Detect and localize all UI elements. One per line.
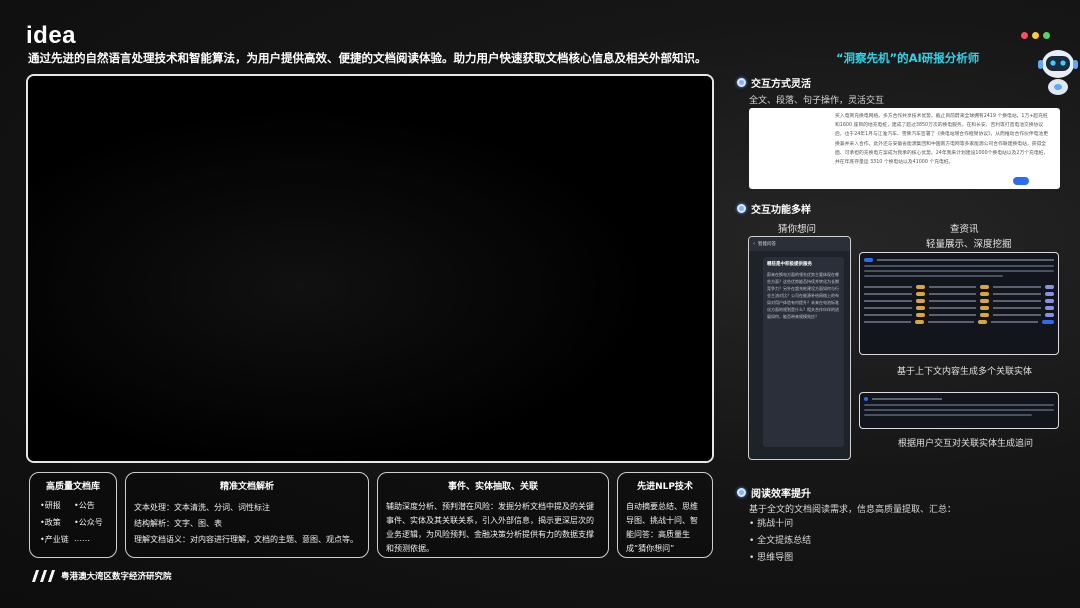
selection-toolbar-button[interactable] [1013,177,1029,185]
efficiency-item: • 全文提炼总结 [749,536,812,546]
parsing-line: 理解文档语义：对内容进行理解，文档的主题、意图、观点等。 [134,535,358,544]
back-icon: ‹ [753,241,755,247]
nlp-text: 自动摘要总结、思维导图、挑战十问、智能问答：高质量生成“猜你想问” [626,502,698,553]
phone-chat-bubble: 哪些是中积极提供服务 蔚来在换电方面的领先优势主要体现在哪些方面？这些优势能否持… [763,257,844,447]
efficiency-list: • 挑战十问 • 全文提炼总结 • 思维导图 [749,516,811,567]
library-title: 高质量文档库 [45,482,100,492]
efficiency-subtitle: 基于全文的文档阅读需求，信息高质量提取、汇总： [749,505,957,515]
robot-mascot-icon [1038,50,1078,95]
section-efficiency: 阅读效率提升 [737,485,811,500]
bullet-icon [737,78,746,87]
phone-app-title: 智能问答 [758,242,776,247]
yellow-dot-icon [1032,32,1039,39]
events-title: 事件、实体抽取、关联 [447,482,538,492]
card-parsing: 精准文档解析 文本处理：文本清洗、分词、词性标注 结构解析：文字、图、表 理解文… [125,472,369,558]
footer: 粤港澳大湾区数字经济研究院 [29,570,172,582]
video-area [28,76,712,461]
interaction-subtitle: 全文、段落、句子操作，灵活交互 [749,96,885,106]
section-interaction: 交互方式灵活 [737,75,811,90]
library-item: •政策 [40,518,61,527]
demo-video-frame[interactable] [26,74,714,463]
lookup-title: 查资讯 [950,224,979,235]
events-text: 辅助深度分析、预判潜在风险：发掘分析文档中提及的关键事件、实体及其关联关系，引入… [386,502,594,553]
efficiency-item: • 挑战十问 [749,519,794,529]
caption-entities: 基于上下文内容生成多个关联实体 [897,367,1033,377]
library-item: …… [74,534,90,543]
entity-panel [859,252,1059,355]
followup-panel [859,392,1059,429]
bullet-icon [737,488,746,497]
parsing-line: 文本处理：文本清洗、分词、词性标注 [134,503,270,512]
section-diverse: 交互功能多样 [737,201,811,216]
efficiency-title: 阅读效率提升 [751,489,811,500]
green-dot-icon [1043,32,1050,39]
lookup-subtitle: 轻量展示、深度挖掘 [926,239,1012,250]
library-item: •研报 [40,501,61,510]
interaction-title: 交互方式灵活 [751,79,811,90]
red-dot-icon [1021,32,1028,39]
doc-preview-text: 买入电商充换电网络。多方合作共享技术优势。截止目前蔚来全球拥有2419 个换电站… [835,114,1049,166]
phone-body-text: 蔚来在换电方面的领先优势主要体现在哪些方面？这些优势能否持续并转化为长期竞争力？… [767,272,839,319]
parsing-line: 结构解析：文字、图、表 [134,519,222,528]
phone-header: ‹ 智能问答 [749,237,850,251]
guess-title: 猜你想问 [778,224,817,235]
bullet-icon [737,204,746,213]
phone-heading: 哪些是中积极提供服务 [767,262,812,267]
library-item: •公众号 [74,518,103,527]
doc-preview[interactable]: 买入电商充换电网络。多方合作共享技术优势。截止目前蔚来全球拥有2419 个换电站… [749,108,1060,189]
nlp-title: 先进NLP技术 [637,482,693,492]
diverse-title: 交互功能多样 [751,205,811,216]
window-dots [1021,32,1050,39]
org-name: 粤港澳大湾区数字经济研究院 [61,572,172,582]
card-library: 高质量文档库 •研报 •公告 •政策 •公众号 •产业链 …… [29,472,117,558]
product-subtitle: “洞察先机”的AI研报分析师 [836,51,980,65]
tagline: 通过先进的自然语言处理技术和智能算法，为用户提供高效、便捷的文档阅读体验。助力用… [28,51,707,65]
guess-phone-mockup: ‹ 智能问答 哪些是中积极提供服务 蔚来在换电方面的领先优势主要体现在哪些方面？… [748,236,851,460]
card-nlp: 先进NLP技术 自动摘要总结、思维导图、挑战十问、智能问答：高质量生成“猜你想问… [617,472,713,558]
org-logo-icon [32,570,55,582]
caption-followup: 根据用户交互对关联实体生成追问 [898,439,1034,449]
library-item: •产业链 [40,535,69,544]
library-item: •公告 [74,501,95,510]
brand-logo: idea [26,22,77,49]
efficiency-item: • 思维导图 [749,553,794,563]
parsing-title: 精准文档解析 [219,482,274,492]
card-events: 事件、实体抽取、关联 辅助深度分析、预判潜在风险：发掘分析文档中提及的关键事件、… [377,472,609,558]
